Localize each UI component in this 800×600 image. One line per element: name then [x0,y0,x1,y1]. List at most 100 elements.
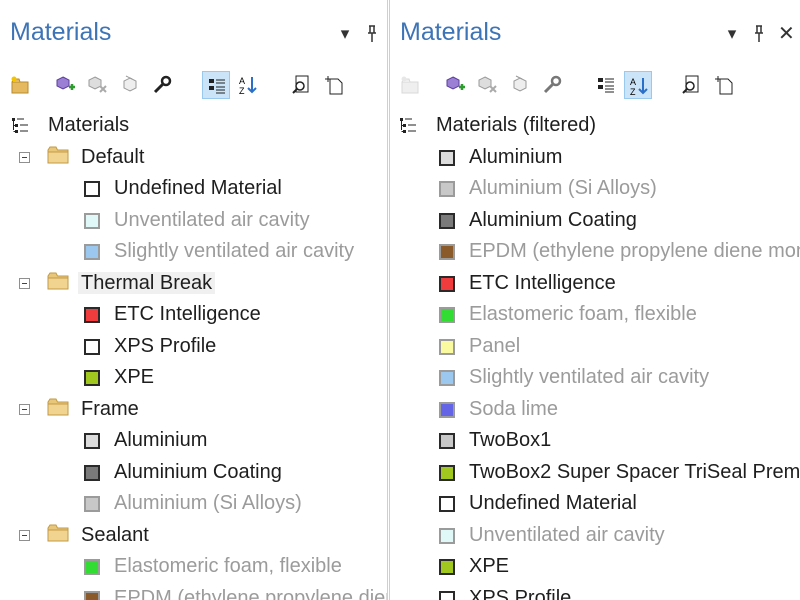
material-label: TwoBox1 [469,429,552,451]
materials-panel-left: Materials ▾ AZ Materials Default Undefin… [0,0,388,600]
material-item[interactable]: Unventilated air cavity [0,205,387,236]
material-item[interactable]: Elastomeric foam, flexible [0,551,387,582]
duplicate-material-icon[interactable] [506,71,534,99]
materials-panel-right: Materials ▾ ✕ AZ Materials (filtered) Al… [389,0,800,600]
add-material-icon[interactable] [52,71,80,99]
material-item[interactable]: XPS Profile [0,331,387,362]
material-color-swatch [439,464,455,481]
material-item[interactable]: Aluminium Coating [0,457,387,488]
material-item[interactable]: ETC Intelligence [0,299,387,330]
material-color-swatch [84,307,100,323]
material-item[interactable]: Undefined Material [0,173,387,204]
new-folder-icon[interactable] [6,71,34,99]
group-by-category-icon[interactable] [592,71,620,99]
material-item[interactable]: Undefined Material [390,488,800,519]
material-label: Aluminium [114,429,208,451]
material-item[interactable]: Aluminium (Si Alloys) [0,488,387,519]
find-icon[interactable] [678,71,706,99]
material-color-swatch [84,464,100,481]
duplicate-material-icon[interactable] [116,71,144,99]
tree-root-label: Materials [48,114,130,136]
add-material-icon[interactable] [442,71,470,99]
panel-title-bar: Materials ▾ ✕ [390,0,800,66]
category-row[interactable]: Sealant [0,520,387,551]
category-row[interactable]: Thermal Break [0,268,387,299]
collapse-toggle-icon[interactable] [19,403,30,415]
pin-icon[interactable] [364,18,380,50]
svg-text:A: A [239,76,245,86]
material-item[interactable]: EPDM (ethylene propylene diene monomer) [0,583,387,600]
svg-text:Z: Z [239,86,245,95]
category-label: Sealant [81,523,149,546]
material-item[interactable]: Slightly ventilated air cavity [0,236,387,267]
collapse-toggle-icon[interactable] [19,151,30,163]
remove-material-icon[interactable] [84,71,112,99]
sort-az-icon[interactable]: AZ [624,71,652,99]
group-by-category-icon[interactable] [202,71,230,99]
material-item[interactable]: Panel [390,331,800,362]
material-color-swatch [84,559,100,575]
tree-root-row[interactable]: Materials (filtered) [390,110,800,141]
tree-root-icon [400,117,420,140]
collapse-toggle-icon[interactable] [19,529,30,541]
material-color-swatch [84,496,100,512]
material-color-swatch [439,433,455,449]
folder-icon [47,524,69,547]
wrench-icon[interactable] [148,71,176,99]
remove-material-icon[interactable] [474,71,502,99]
material-item[interactable]: Aluminium (Si Alloys) [390,173,800,204]
material-item[interactable]: EPDM (ethylene propylene diene monomer) [390,236,800,267]
material-item[interactable]: XPE [0,362,387,393]
sort-az-icon[interactable]: AZ [234,71,262,99]
material-label: EPDM (ethylene propylene diene monomer) [469,240,800,262]
category-label: Frame [81,397,139,420]
material-label: Aluminium Coating [469,208,637,231]
material-label: Elastomeric foam, flexible [114,555,342,577]
material-label: Aluminium (Si Alloys) [469,177,657,199]
category-row[interactable]: Frame [0,394,387,425]
pin-icon[interactable] [751,18,767,50]
material-label: XPS Profile [469,586,572,600]
material-item[interactable]: TwoBox1 [390,425,800,456]
material-color-swatch [84,433,100,449]
panel-title: Materials [10,18,112,46]
new-folder-icon[interactable] [396,71,424,99]
toolbar: AZ [396,70,800,102]
material-item[interactable]: Slightly ventilated air cavity [390,362,800,393]
material-item[interactable]: Soda lime [390,394,800,425]
material-item[interactable]: Aluminium Coating [390,205,800,236]
material-item[interactable]: Elastomeric foam, flexible [390,299,800,330]
material-item[interactable]: Aluminium [390,142,800,173]
material-item[interactable]: XPE [390,551,800,582]
tree-root-label: Materials (filtered) [436,114,597,136]
material-item[interactable]: TwoBox2 Super Spacer TriSeal Premium [390,457,800,488]
material-label: XPE [469,555,510,577]
material-item[interactable]: Unventilated air cavity [390,520,800,551]
new-document-icon[interactable] [320,71,348,99]
tree-root-row[interactable]: Materials [0,110,387,141]
collapse-toggle-icon[interactable] [19,277,30,289]
material-label: Undefined Material [469,492,637,514]
material-item[interactable]: ETC Intelligence [390,268,800,299]
new-document-icon[interactable] [710,71,738,99]
material-color-swatch [439,149,455,166]
material-label: Panel [469,334,521,357]
material-label: XPS Profile [114,334,217,357]
material-color-swatch [84,338,100,355]
material-color-swatch [439,307,455,323]
material-label: Undefined Material [114,177,282,199]
chevron-down-icon[interactable]: ▾ [337,18,353,50]
chevron-down-icon[interactable]: ▾ [724,18,740,50]
find-icon[interactable] [288,71,316,99]
material-label: Unventilated air cavity [469,523,665,546]
category-row[interactable]: Default [0,142,387,173]
material-item[interactable]: XPS Profile [390,583,800,600]
panel-title-bar: Materials ▾ [0,0,387,66]
wrench-icon[interactable] [538,71,566,99]
material-color-swatch [439,527,455,544]
material-label: Unventilated air cavity [114,208,310,231]
material-item[interactable]: Aluminium [0,425,387,456]
panel-title: Materials [400,18,502,46]
close-icon[interactable]: ✕ [778,18,795,50]
folder-icon [47,272,69,295]
